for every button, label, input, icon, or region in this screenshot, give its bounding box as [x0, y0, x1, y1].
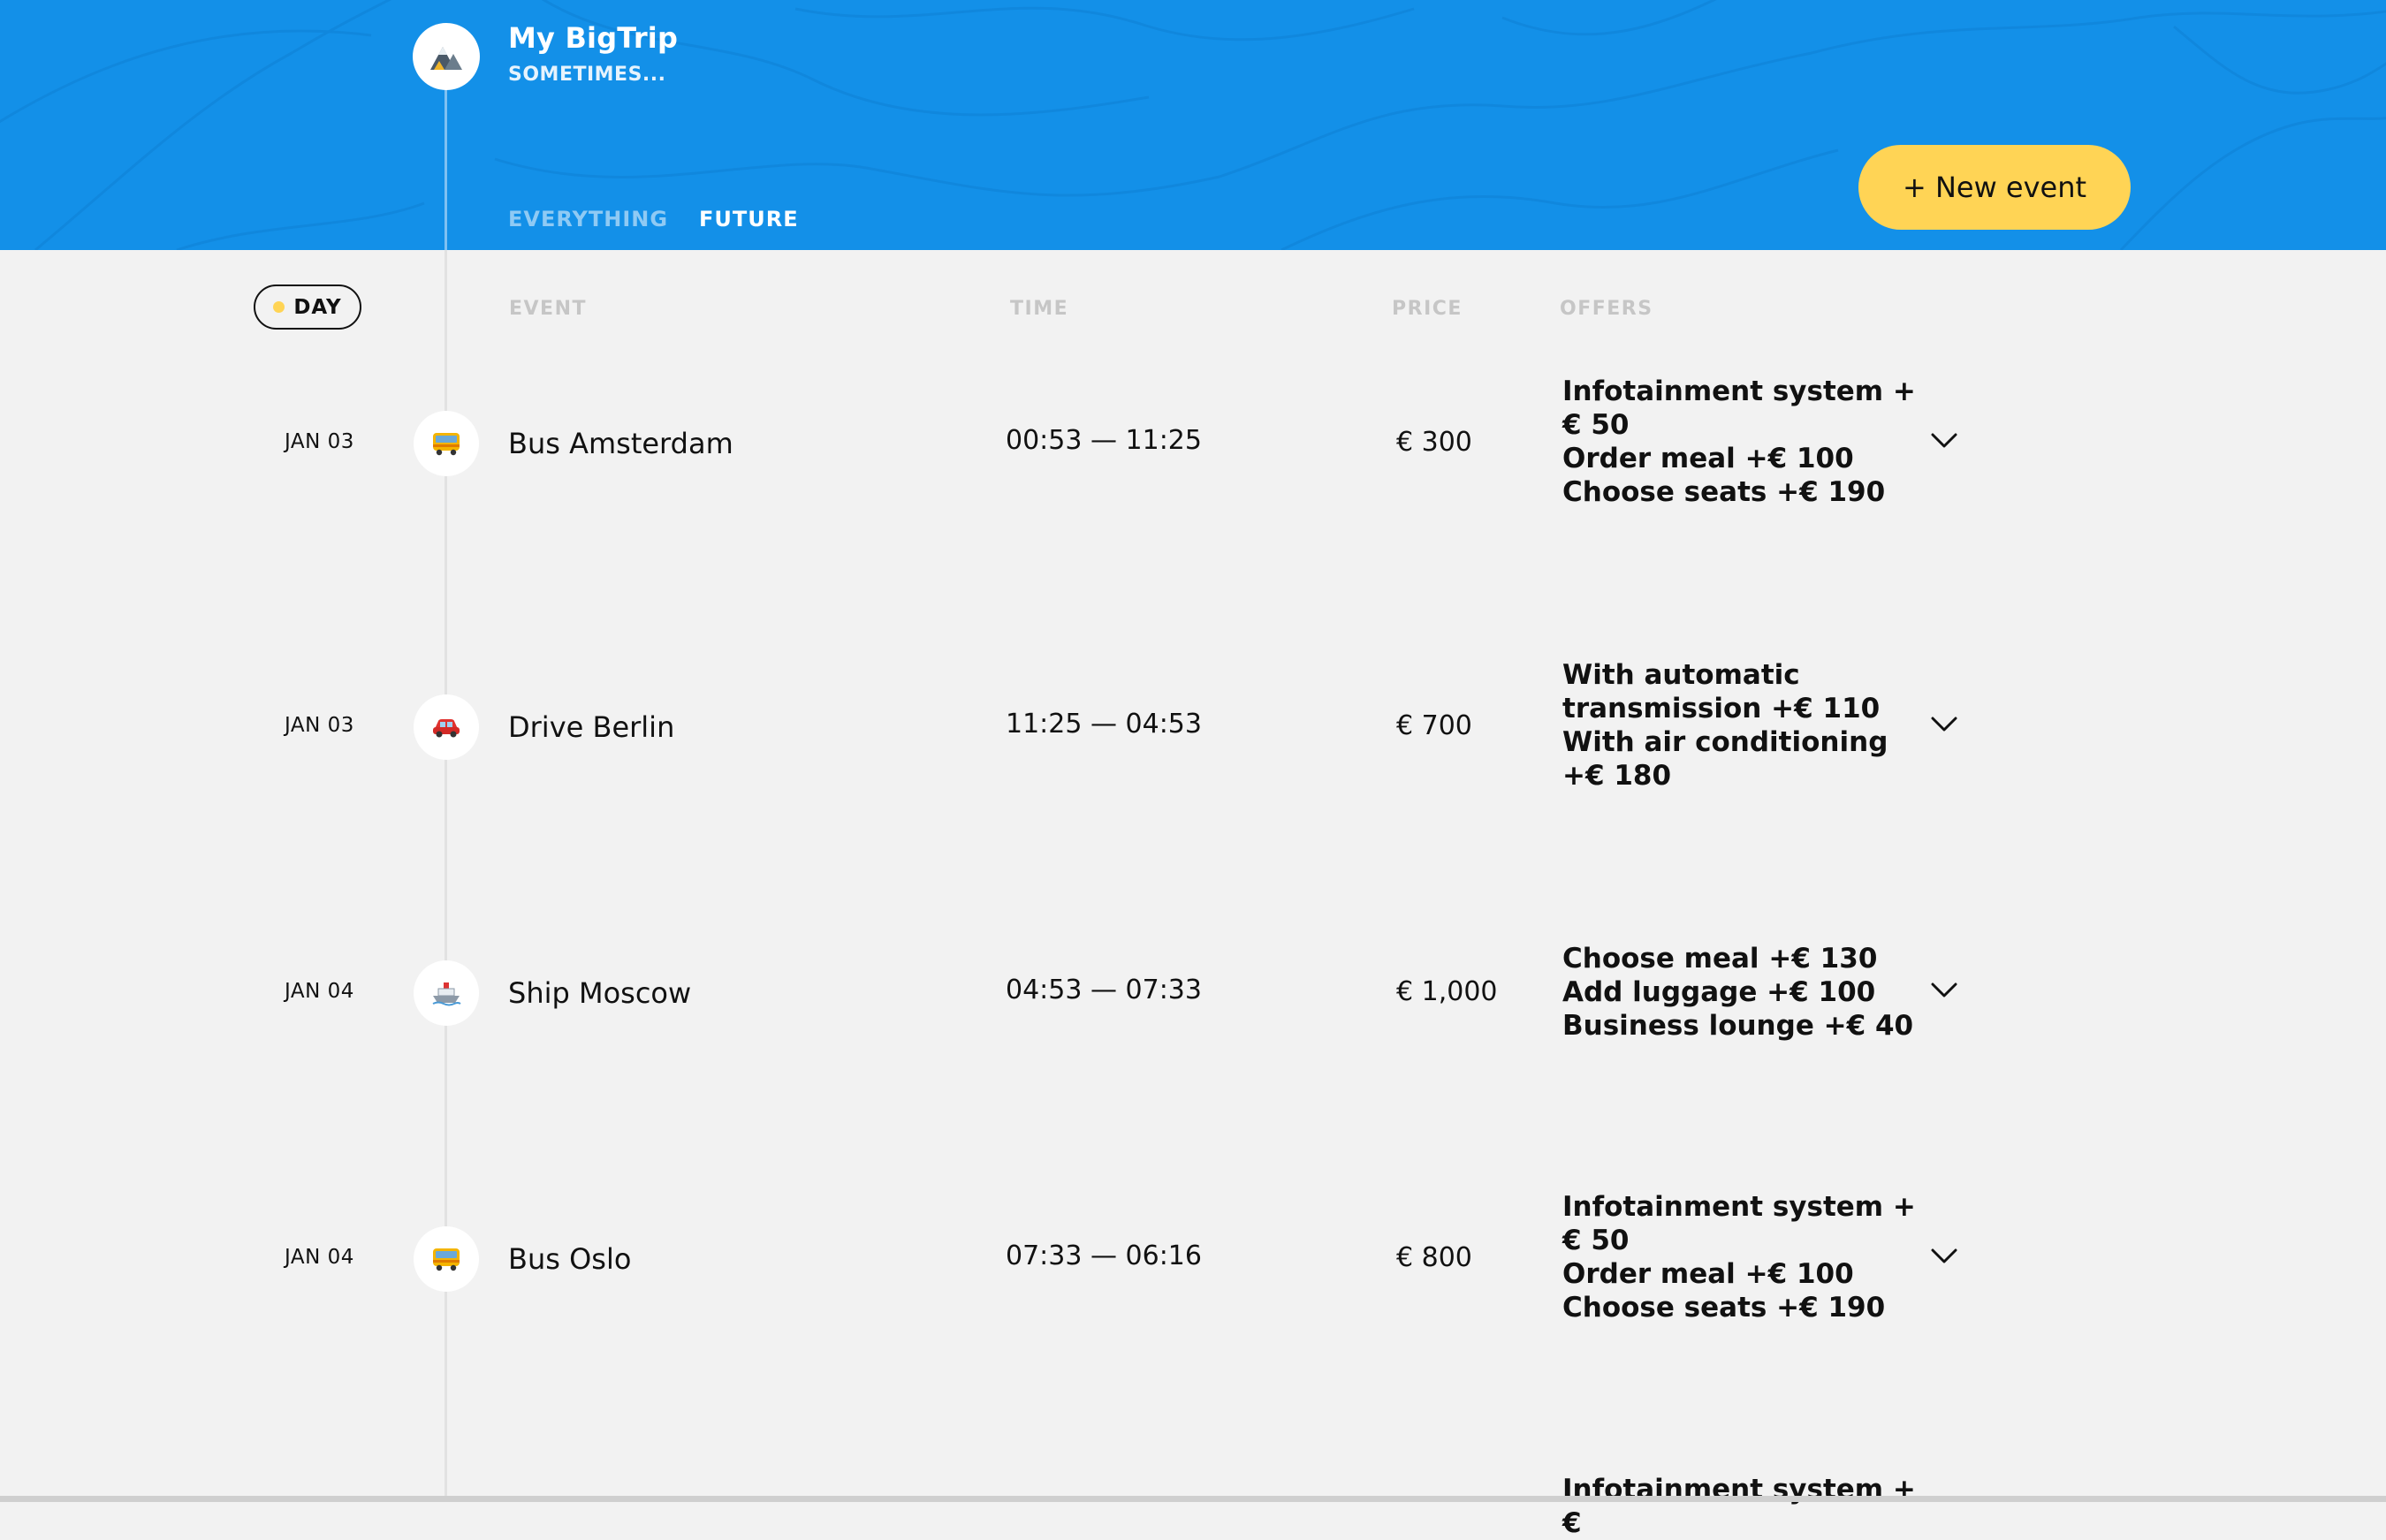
offer-item: Infotainment system +€: [1562, 1474, 1916, 1539]
sort-day-button[interactable]: DAY: [254, 284, 361, 330]
filter-future[interactable]: FUTURE: [699, 207, 799, 231]
event-name: Drive Berlin: [508, 710, 675, 744]
event-time: 11:25 — 04:53: [1006, 709, 1202, 740]
event-name: Bus Amsterdam: [508, 427, 733, 460]
event-time: 00:53 — 11:25: [1006, 425, 1202, 456]
sort-active-dot: [273, 301, 285, 313]
event-date: JAN 04: [285, 980, 354, 1003]
chevron-down-icon: [1931, 982, 1957, 998]
column-header-offers[interactable]: OFFERS: [1560, 298, 1653, 320]
chevron-down-icon: [1931, 433, 1957, 448]
event-offers-list: Infotainment system +€ 50 Order meal +€ …: [1562, 375, 1916, 509]
offer-item: Order meal +€ 100: [1562, 1258, 1854, 1290]
trip-dates: SOMETIMES...: [508, 64, 666, 86]
event-offers-list: Choose meal +€ 130 Add luggage +€ 100 Bu…: [1562, 942, 1916, 1043]
ship-icon: [432, 982, 461, 1006]
offer-item: Infotainment system +€ 50: [1562, 1191, 1916, 1256]
expand-event-button[interactable]: [1927, 974, 1961, 1007]
bus-icon: [433, 433, 460, 456]
expand-event-button[interactable]: [1927, 1240, 1961, 1273]
event-price: € 300: [1396, 427, 1472, 458]
offer-item: With automatic transmission +€ 110: [1562, 659, 1881, 724]
sort-day-label: DAY: [293, 295, 342, 319]
offer-item: Choose seats +€ 190: [1562, 476, 1886, 508]
offer-item: Choose seats +€ 190: [1562, 1292, 1886, 1324]
bus-icon: [433, 1248, 460, 1271]
trip-title: My BigTrip: [508, 21, 679, 55]
event-type-icon: [414, 960, 479, 1026]
event-time: 07:33 — 06:16: [1006, 1240, 1202, 1271]
event-price: € 1,000: [1396, 976, 1498, 1007]
column-header-time[interactable]: TIME: [1010, 298, 1068, 320]
offer-item: Business lounge +€ 40: [1562, 1010, 1914, 1042]
column-header-price[interactable]: PRICE: [1392, 298, 1463, 320]
offer-item: Add luggage +€ 100: [1562, 976, 1876, 1008]
car-icon: [433, 719, 460, 738]
chevron-down-icon: [1931, 717, 1957, 732]
offer-item: With air conditioning +€ 180: [1562, 726, 1888, 792]
viewport-bottom-edge: [0, 1496, 2386, 1502]
event-price: € 700: [1396, 710, 1472, 741]
trip-logo: [413, 23, 480, 90]
event-type-icon: [414, 411, 479, 476]
expand-event-button[interactable]: [1927, 708, 1961, 741]
offer-item: Infotainment system +€ 50: [1562, 376, 1916, 441]
event-date: JAN 03: [285, 714, 354, 737]
event-name: Ship Moscow: [508, 976, 692, 1010]
event-time: 04:53 — 07:33: [1006, 975, 1202, 1005]
event-type-icon: [414, 694, 479, 760]
event-offers-list: Infotainment system +€ 50 Order meal +€ …: [1562, 1190, 1916, 1324]
event-date: JAN 04: [285, 1246, 354, 1269]
new-event-button[interactable]: + New event: [1858, 145, 2131, 230]
event-name: Bus Oslo: [508, 1242, 632, 1276]
event-type-icon: [414, 1226, 479, 1292]
filter-everything[interactable]: EVERYTHING: [508, 207, 668, 231]
chevron-down-icon: [1931, 1248, 1957, 1263]
event-price: € 800: [1396, 1242, 1472, 1273]
expand-event-button[interactable]: [1927, 424, 1961, 458]
timeline-header-line: [445, 80, 447, 250]
mountain-logo-icon: [430, 47, 462, 70]
offer-item: Choose meal +€ 130: [1562, 943, 1878, 975]
event-date: JAN 03: [285, 430, 354, 453]
offer-item: Order meal +€ 100: [1562, 443, 1854, 474]
event-offers-list: Infotainment system +€: [1562, 1473, 1916, 1540]
column-header-event[interactable]: EVENT: [509, 298, 587, 320]
event-offers-list: With automatic transmission +€ 110 With …: [1562, 658, 1916, 793]
